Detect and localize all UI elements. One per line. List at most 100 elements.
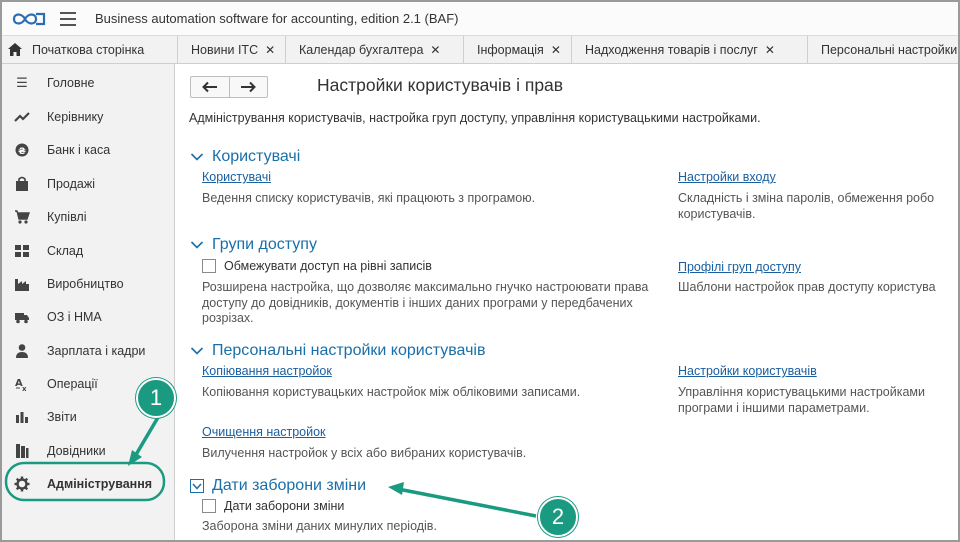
sidebar-item-label: Звіти [47,410,77,424]
sidebar-item-label: Адміністрування [47,477,153,491]
section-title: Групи доступу [212,236,317,253]
access-profiles-description: Шаблони настройок прав доступу користува [678,280,936,294]
chevron-down-icon [190,347,204,355]
sidebar-item-production[interactable]: Виробництво [2,269,175,299]
title-bar: Business automation software for account… [2,2,958,36]
sidebar-item-label: Продажі [47,177,95,191]
close-icon[interactable]: ✕ [765,43,775,57]
checkbox-box[interactable] [202,259,216,273]
bar-chart-icon [16,412,28,423]
sidebar: ☰ Головне Керівнику ₴ Банк і каса Продаж… [2,64,175,540]
section-users-header[interactable]: Користувачі [190,148,300,166]
factory-icon [15,279,29,291]
login-settings-description: Складність і зміна паролів, обмеження ро… [678,191,935,221]
tab-personal-settings[interactable]: Персональні настройки [809,36,958,63]
tab-news[interactable]: Новини ІТС ✕ [179,36,286,63]
user-settings-description: Управління користувацькими настройками п… [678,385,925,415]
menu-icon[interactable] [60,12,76,26]
sidebar-item-administration[interactable]: Адміністрування [2,469,175,499]
tab-goods-receipt[interactable]: Надходження товарів і послуг ✕ [573,36,808,63]
access-profiles-link[interactable]: Профілі груп доступу [678,260,801,274]
tab-label: Інформація [477,42,544,57]
tab-label: Персональні настройки [821,42,958,57]
section-title: Дати заборони зміни [212,477,367,494]
main-content: Настройки користувачів і прав Адміністру… [176,64,958,540]
sidebar-item-sales[interactable]: Продажі [2,169,175,199]
close-icon[interactable]: ✕ [265,43,275,57]
history-nav [190,76,268,98]
copy-settings-description: Копіювання користувацьких настройок між … [202,385,581,399]
sidebar-item-label: Керівнику [47,110,104,124]
sidebar-item-label: Банк і каса [47,143,111,157]
checkbox-label: Обмежувати доступ на рівні записів [224,259,432,273]
tab-label: Календар бухгалтера [299,42,424,57]
sidebar-item-label: Склад [47,244,84,258]
tab-calendar[interactable]: Календар бухгалтера ✕ [287,36,464,63]
section-title: Персональні настройки користувачів [212,342,486,359]
checkbox-label: Дати заборони зміни [224,499,345,513]
checkbox-box[interactable] [202,499,216,513]
restrict-record-level-checkbox[interactable]: Обмежувати доступ на рівні записів [202,259,432,273]
sidebar-item-label: Зарплата і кадри [47,344,146,358]
section-personal-settings-header[interactable]: Персональні настройки користувачів [190,342,485,360]
sidebar-item-label: Довідники [47,444,106,458]
chevron-down-icon [190,153,204,161]
sidebar-item-label: ОЗ і НМА [47,310,102,324]
tab-info[interactable]: Інформація ✕ [465,36,572,63]
clear-settings-link[interactable]: Очищення настройок [202,425,326,439]
tab-home[interactable]: Початкова сторінка [2,36,178,63]
login-settings-link[interactable]: Настройки входу [678,170,776,184]
sidebar-item-bank[interactable]: ₴ Банк і каса [2,135,175,165]
section-access-groups-header[interactable]: Групи доступу [190,236,317,254]
gear-icon [14,476,30,492]
section-change-prohibition-header[interactable]: Дати заборони зміни [190,477,366,495]
tab-label: Надходження товарів і послуг [585,42,758,57]
sidebar-item-salary[interactable]: Зарплата і кадри [2,336,175,366]
arrow-right-icon [241,81,257,93]
page-title: Настройки користувачів і прав [317,75,564,95]
section-toggle-box[interactable] [190,479,204,493]
window-title: Business automation software for account… [95,11,459,26]
cart-icon [15,210,30,224]
sidebar-item-label: Виробництво [47,277,124,291]
tab-label: Новини ІТС [191,42,259,57]
warehouse-icon [15,245,29,257]
user-settings-link[interactable]: Настройки користувачів [678,364,817,378]
change-prohibition-checkbox[interactable]: Дати заборони зміни [202,499,344,513]
sidebar-item-directories[interactable]: Довідники [2,436,175,466]
tabs-bar: Початкова сторінка Новини ІТС ✕ Календар … [2,36,958,64]
books-icon [16,444,29,458]
page-description: Адміністрування користувачів, настройка … [189,111,761,125]
sidebar-item-label: Купівлі [47,210,87,224]
annotation-badge-2: 2 [538,497,578,537]
truck-icon [15,313,29,324]
bag-icon [16,176,28,191]
tab-home-label: Початкова сторінка [32,42,145,57]
users-link[interactable]: Користувачі [202,170,271,184]
chevron-down-icon [192,483,202,490]
forward-button[interactable] [228,77,267,97]
sidebar-item-warehouse[interactable]: Склад [2,236,175,266]
close-icon[interactable]: ✕ [551,43,561,57]
coin-icon: ₴ [15,143,29,157]
clear-settings-description: Вилучення настройок у всіх або вибраних … [202,446,527,460]
back-button[interactable] [191,77,229,97]
change-prohibition-description: Заборона зміни даних минулих періодів. [202,519,437,533]
sidebar-item-label: Операції [47,377,98,391]
sidebar-item-main[interactable]: ☰ Головне [2,68,175,98]
operations-icon: Ax [15,378,27,392]
section-title: Користувачі [212,148,301,165]
person-icon [16,344,28,358]
trend-icon [14,112,30,122]
sidebar-item-label: Головне [47,76,95,90]
app-window: Business automation software for account… [0,0,960,542]
arrow-left-icon [202,81,217,93]
sidebar-item-purchases[interactable]: Купівлі [2,202,175,232]
svg-text:₴: ₴ [18,147,26,157]
sidebar-item-manager[interactable]: Керівнику [2,102,175,132]
users-description: Ведення списку користувачів, які працюют… [202,191,536,205]
sidebar-item-fixed-assets[interactable]: ОЗ і НМА [2,302,175,332]
copy-settings-link[interactable]: Копіювання настройок [202,364,332,378]
close-icon[interactable]: ✕ [430,43,440,57]
list-icon: ☰ [16,75,28,90]
